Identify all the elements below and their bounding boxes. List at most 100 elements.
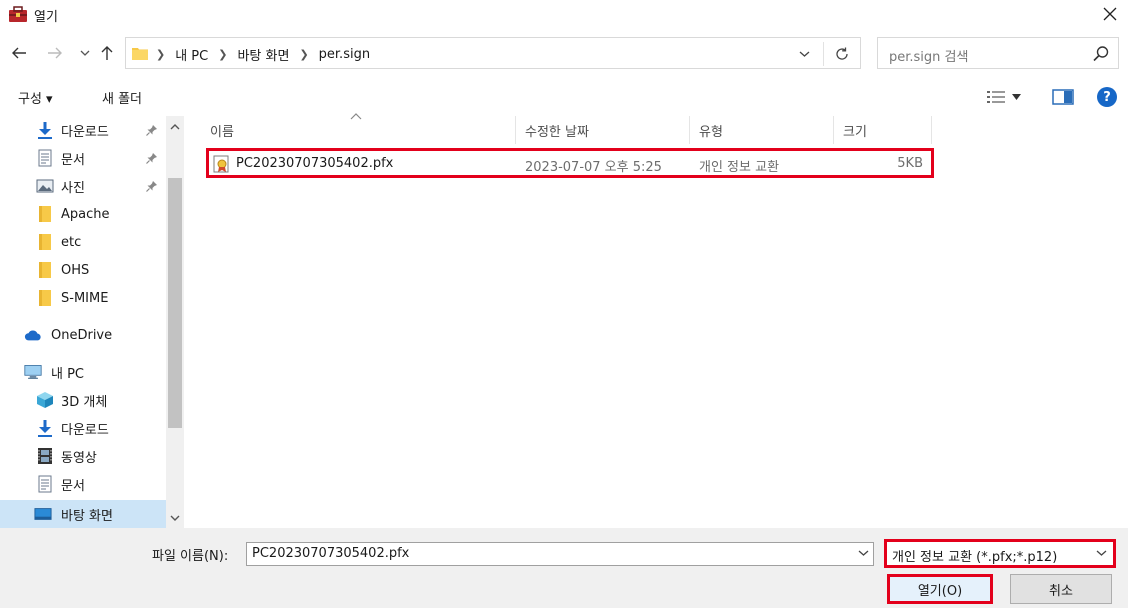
download-arrow-icon bbox=[36, 121, 54, 139]
nav-item-label: 내 PC bbox=[51, 366, 85, 382]
chevron-down-icon bbox=[80, 50, 90, 56]
scroll-down-button[interactable] bbox=[166, 510, 184, 526]
change-view-button[interactable] bbox=[986, 88, 1026, 106]
address-bar[interactable]: ❯ 내 PC ❯ 바탕 화면 ❯ per.sign bbox=[125, 37, 861, 69]
nav-item-label: S-MIME bbox=[61, 290, 109, 306]
filename-label: 파일 이름(N): bbox=[152, 549, 229, 564]
nav-item-etc[interactable]: etc bbox=[0, 228, 166, 256]
picture-icon bbox=[36, 177, 54, 195]
nav-item-label: 바탕 화면 bbox=[61, 508, 113, 524]
search-box[interactable]: per.sign 검색 bbox=[877, 37, 1119, 69]
nav-scrollbar[interactable] bbox=[166, 116, 184, 528]
caret-down-icon bbox=[1012, 94, 1021, 100]
nav-item-label: 문서 bbox=[61, 152, 85, 168]
details-view-icon bbox=[987, 91, 1005, 103]
nav-item-label: OneDrive bbox=[51, 327, 113, 343]
nav-item-onedrive[interactable]: OneDrive bbox=[0, 321, 166, 349]
breadcrumb: ❯ 내 PC ❯ 바탕 화면 ❯ per.sign bbox=[156, 45, 370, 64]
nav-item-label: 동영상 bbox=[61, 450, 97, 466]
computer-icon bbox=[24, 363, 42, 381]
forward-button[interactable] bbox=[44, 41, 66, 65]
film-icon bbox=[36, 447, 54, 465]
scroll-thumb[interactable] bbox=[168, 178, 182, 428]
filename-input[interactable]: PC20230707305402.pfx bbox=[246, 542, 874, 566]
arrow-up-icon bbox=[101, 46, 113, 60]
chevron-up-icon bbox=[170, 123, 180, 129]
folder-icon bbox=[36, 233, 54, 251]
nav-item-label: 다운로드 bbox=[61, 124, 109, 140]
question-mark-icon: ? bbox=[1103, 89, 1111, 105]
filename-value: PC20230707305402.pfx bbox=[252, 546, 410, 561]
address-divider bbox=[823, 42, 824, 66]
close-button[interactable] bbox=[1092, 0, 1128, 28]
nav-item-label: etc bbox=[61, 234, 82, 250]
file-row[interactable]: PC20230707305402.pfx 2023-07-07 오후 5:25 … bbox=[206, 148, 934, 178]
search-input[interactable]: per.sign 검색 bbox=[889, 46, 968, 65]
command-toolbar: 구성 ▾ 새 폴더 ? bbox=[0, 80, 1128, 114]
breadcrumb-separator-icon: ❯ bbox=[156, 48, 166, 61]
file-modified: 2023-07-07 오후 5:25 bbox=[525, 160, 662, 175]
nav-item-label: 문서 bbox=[61, 478, 85, 494]
organize-menu-button[interactable]: 구성 ▾ bbox=[18, 88, 53, 107]
nav-item-apache[interactable]: Apache bbox=[0, 200, 166, 228]
column-header-label: 크기 bbox=[843, 124, 867, 140]
column-header-name[interactable]: 이름 bbox=[188, 116, 516, 144]
nav-item-label: 다운로드 bbox=[61, 422, 109, 438]
nav-item-this-pc[interactable]: 내 PC bbox=[0, 358, 166, 386]
nav-item-desktop[interactable]: 바탕 화면 bbox=[0, 500, 166, 528]
certificate-toolbox-icon bbox=[9, 6, 27, 22]
nav-item-downloads[interactable]: 다운로드 bbox=[0, 414, 166, 442]
column-header-label: 수정한 날짜 bbox=[525, 124, 589, 140]
close-icon bbox=[1103, 7, 1117, 21]
desktop-icon bbox=[34, 505, 52, 523]
preview-pane-icon[interactable] bbox=[1052, 89, 1074, 105]
nav-item-ohs[interactable]: OHS bbox=[0, 256, 166, 284]
column-header-size[interactable]: 크기 bbox=[834, 116, 932, 144]
refresh-button[interactable] bbox=[830, 44, 854, 64]
file-list: 이름 수정한 날짜 유형 크기 PC20230707305402.pfx 202… bbox=[188, 113, 1128, 528]
chevron-down-icon bbox=[799, 51, 809, 57]
address-dropdown-button[interactable] bbox=[794, 44, 814, 64]
filetype-select[interactable]: 개인 정보 교환 (*.pfx;*.p12) bbox=[884, 539, 1116, 568]
help-button[interactable]: ? bbox=[1097, 87, 1117, 107]
download-arrow-icon bbox=[36, 419, 54, 437]
up-button[interactable] bbox=[96, 41, 118, 65]
nav-item-label: Apache bbox=[61, 206, 110, 222]
nav-item-videos[interactable]: 동영상 bbox=[0, 442, 166, 470]
nav-item-label: 사진 bbox=[61, 180, 85, 196]
nav-item-documents[interactable]: 문서 bbox=[0, 470, 166, 498]
chevron-down-icon bbox=[1096, 547, 1107, 560]
pin-icon bbox=[146, 124, 158, 138]
folder-icon bbox=[36, 289, 54, 307]
cancel-button[interactable]: 취소 bbox=[1010, 574, 1112, 604]
document-icon bbox=[36, 149, 54, 167]
breadcrumb-item-persign[interactable]: per.sign bbox=[319, 47, 370, 62]
folder-icon bbox=[132, 48, 148, 60]
new-folder-button[interactable]: 새 폴더 bbox=[102, 88, 142, 107]
nav-item-pictures-quick[interactable]: 사진 bbox=[0, 172, 166, 200]
filetype-value: 개인 정보 교환 (*.pfx;*.p12) bbox=[892, 550, 1058, 565]
back-button[interactable] bbox=[8, 41, 30, 65]
breadcrumb-separator-icon: ❯ bbox=[299, 48, 309, 61]
chevron-down-icon[interactable] bbox=[858, 547, 869, 560]
arrow-right-icon bbox=[48, 47, 62, 59]
column-header-label: 이름 bbox=[210, 124, 234, 140]
nav-item-3d-objects[interactable]: 3D 개체 bbox=[0, 386, 166, 414]
cloud-icon bbox=[24, 326, 42, 344]
open-button[interactable]: 열기(O) bbox=[887, 574, 993, 604]
pin-icon bbox=[146, 180, 158, 194]
nav-item-documents-quick[interactable]: 문서 bbox=[0, 144, 166, 172]
file-size: 5KB bbox=[897, 156, 923, 171]
column-header-label: 유형 bbox=[699, 124, 723, 140]
scroll-up-button[interactable] bbox=[166, 118, 184, 134]
column-header-type[interactable]: 유형 bbox=[690, 116, 834, 144]
breadcrumb-item-desktop[interactable]: 바탕 화면 bbox=[237, 45, 289, 64]
column-header-modified[interactable]: 수정한 날짜 bbox=[516, 116, 690, 144]
folder-icon bbox=[36, 205, 54, 223]
recent-locations-button[interactable] bbox=[74, 41, 96, 65]
breadcrumb-item-pc[interactable]: 내 PC bbox=[175, 45, 208, 64]
nav-item-smime[interactable]: S-MIME bbox=[0, 284, 166, 312]
nav-item-downloads-quick[interactable]: 다운로드 bbox=[0, 116, 166, 144]
navigation-tree: 다운로드 문서 사진 Apache etc OHS S-MIME OneDriv… bbox=[0, 116, 166, 528]
nav-item-label: 3D 개체 bbox=[61, 394, 108, 410]
